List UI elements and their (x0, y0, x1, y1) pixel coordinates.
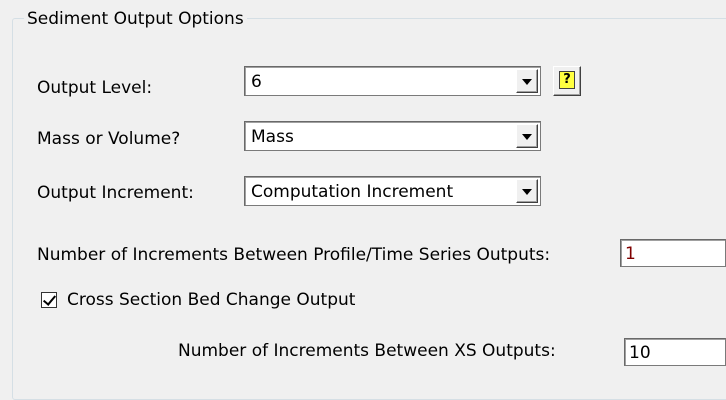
output-increment-dropdown[interactable]: Computation Increment (244, 176, 541, 206)
xs-bed-change-label[interactable]: Cross Section Bed Change Output (67, 289, 355, 311)
xs-increments-input[interactable]: 10 (624, 338, 726, 366)
chevron-down-icon[interactable] (516, 124, 538, 148)
mass-or-volume-dropdown[interactable]: Mass (244, 121, 541, 151)
xs-bed-change-checkbox[interactable] (41, 292, 57, 308)
chevron-down-icon[interactable] (516, 69, 538, 93)
group-title: Sediment Output Options (24, 8, 247, 30)
help-icon: ? (559, 71, 575, 89)
mass-or-volume-label: Mass or Volume? (37, 129, 181, 149)
output-level-label: Output Level: (37, 78, 153, 98)
chevron-down-icon[interactable] (516, 179, 538, 203)
output-level-value: 6 (251, 72, 262, 92)
output-increment-value: Computation Increment (251, 182, 454, 202)
output-increment-label: Output Increment: (37, 183, 194, 203)
help-button[interactable]: ? (553, 66, 581, 96)
xs-increments-label: Number of Increments Between XS Outputs: (178, 341, 556, 361)
xs-increments-value: 10 (629, 343, 651, 363)
mass-or-volume-value: Mass (251, 127, 294, 147)
profile-increments-input[interactable]: 1 (620, 239, 726, 267)
profile-increments-label: Number of Increments Between Profile/Tim… (37, 245, 551, 265)
profile-increments-value: 1 (625, 244, 636, 264)
output-level-dropdown[interactable]: 6 (244, 66, 541, 96)
